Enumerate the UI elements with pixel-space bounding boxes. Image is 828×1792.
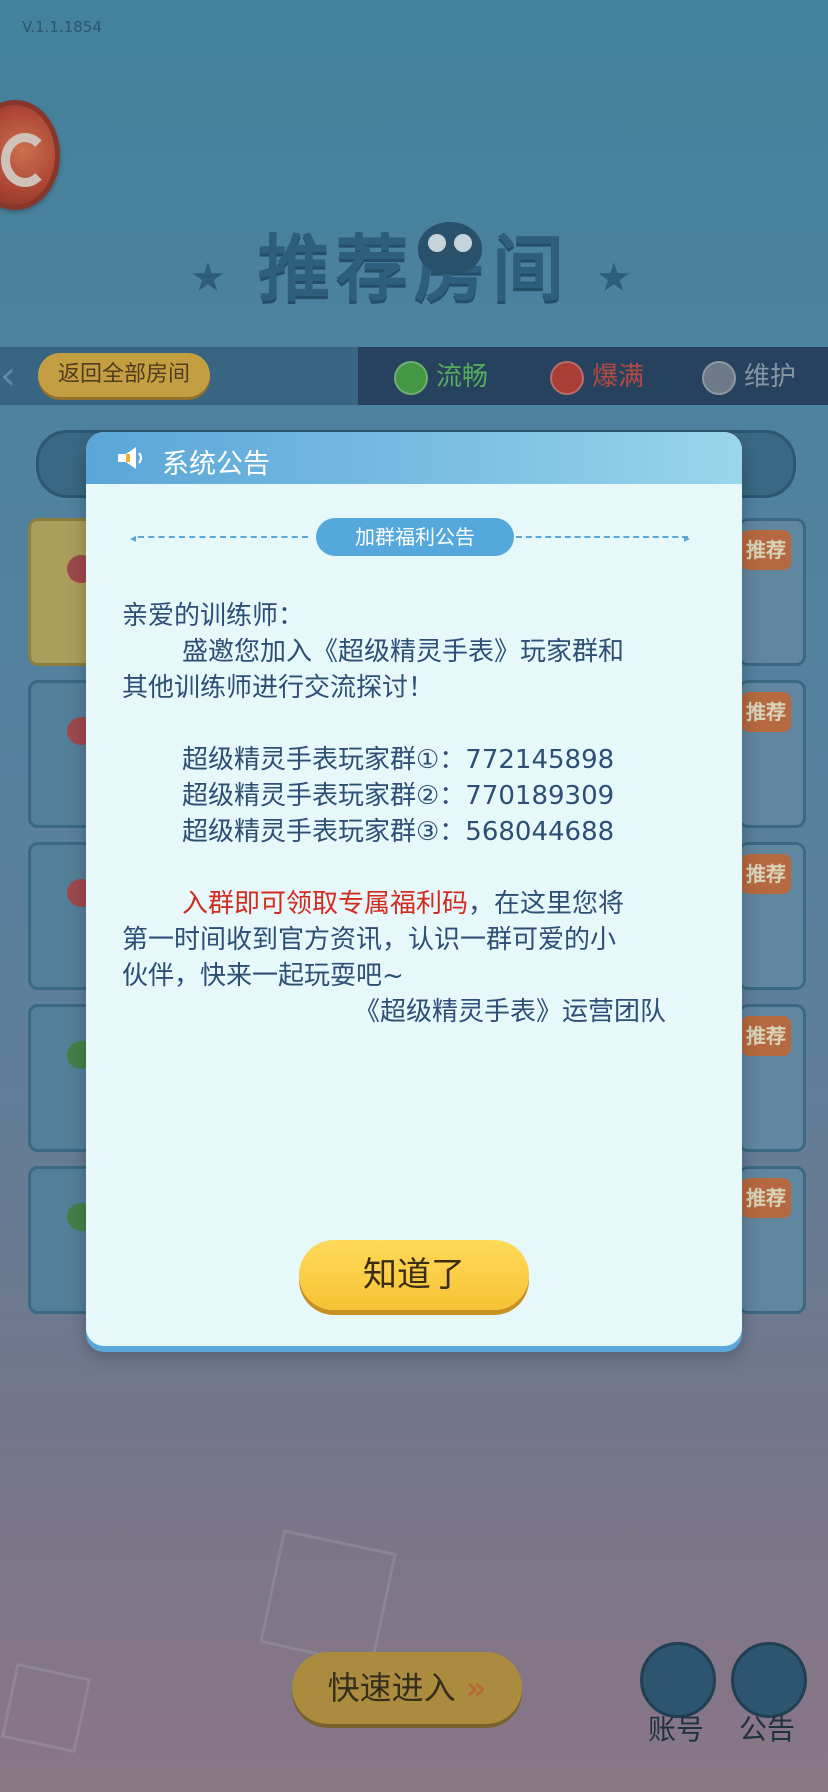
benefit-line3: 伙伴，快来一起玩耍吧~ [122,961,404,991]
divider-end-icon: ◂ [130,531,137,545]
divider [138,536,308,538]
dialog-title: 系统公告 [162,449,270,480]
section-pill: 加群福利公告 [316,518,514,556]
dialog-header: 系统公告 [86,432,742,484]
signature-text: 《超级精灵手表》运营团队 [354,997,667,1027]
megaphone-icon [118,447,142,469]
invite-text-line1: 盛邀您加入《超级精灵手表》玩家群和 [182,637,625,667]
invite-text-line2: 其他训练师进行交流探讨！ [122,673,435,703]
group-number-3: 超级精灵手表玩家群③：568044688 [182,817,615,847]
divider-end-icon: ▸ [684,531,691,545]
benefit-line2: 第一时间收到官方资讯，认识一群可爱的小 [122,925,617,955]
benefit-line1: 入群即可领取专属福利码，在这里您将 [182,886,624,922]
greeting-text: 亲爱的训练师： [122,601,305,631]
group-number-1: 超级精灵手表玩家群①：772145898 [182,745,615,775]
system-notice-dialog: 系统公告 ◂ 加群福利公告 ▸ 亲爱的训练师： 盛邀您加入《超级精灵手表》玩家群… [86,432,742,1346]
divider [516,536,688,538]
group-number-2: 超级精灵手表玩家群②：770189309 [182,781,615,811]
confirm-button[interactable]: 知道了 [299,1240,529,1310]
benefit-text: ，在这里您将 [468,889,625,919]
highlight-text: 入群即可领取专属福利码 [182,889,469,919]
